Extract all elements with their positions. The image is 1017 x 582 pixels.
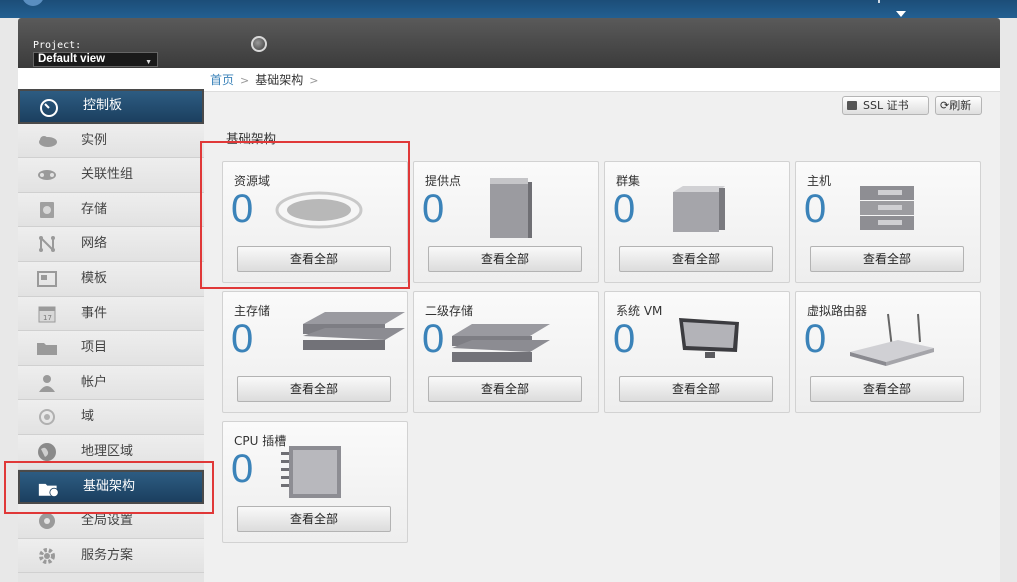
refresh-button[interactable]: ⟳刷新 bbox=[935, 96, 982, 115]
primary-storage-icon bbox=[301, 310, 407, 355]
notifications-globe-icon[interactable] bbox=[251, 36, 267, 52]
affinity-group-icon bbox=[36, 166, 58, 184]
sidebar-item-label: 帐户 bbox=[81, 374, 108, 390]
secondary-storage-icon bbox=[450, 322, 552, 367]
sidebar-item-label: 事件 bbox=[81, 305, 108, 321]
infrastructure-card: 群集 0 查看全部 bbox=[604, 161, 790, 283]
infrastructure-card: 虚拟路由器 0 查看全部 bbox=[795, 291, 981, 413]
view-all-button[interactable]: 查看全部 bbox=[237, 376, 391, 402]
card-count: 0 bbox=[804, 187, 827, 231]
storage-icon bbox=[36, 201, 58, 219]
sidebar-item-label: 关联性组 bbox=[81, 167, 134, 183]
sidebar-item-label: 控制板 bbox=[83, 98, 123, 113]
project-label: Project: bbox=[33, 40, 82, 51]
logo-icon bbox=[22, 0, 44, 6]
svg-text:17: 17 bbox=[43, 314, 52, 322]
highlight-box-zone-card bbox=[200, 141, 410, 289]
cloud-icon bbox=[36, 132, 58, 150]
infrastructure-card: CPU 插槽 0 查看全部 bbox=[222, 421, 408, 543]
card-count: 0 bbox=[613, 187, 636, 231]
card-count: 0 bbox=[804, 317, 827, 361]
router-icon bbox=[848, 312, 936, 371]
sidebar-item-label: 网络 bbox=[81, 236, 108, 252]
sidebar-item-13[interactable]: 服务方案 bbox=[18, 538, 204, 574]
infrastructure-card: 二级存储 0 查看全部 bbox=[413, 291, 599, 413]
view-all-button[interactable]: 查看全部 bbox=[428, 246, 582, 272]
gear-icon bbox=[36, 547, 58, 565]
sidebar-item-label: 项目 bbox=[81, 340, 108, 356]
view-all-button[interactable]: 查看全部 bbox=[428, 376, 582, 402]
view-all-button[interactable]: 查看全部 bbox=[810, 246, 964, 272]
sidebar-item-3[interactable]: 存储 bbox=[18, 192, 204, 228]
breadcrumb-home-link[interactable]: 首页 bbox=[210, 73, 234, 87]
sidebar-item-6[interactable]: 17 事件 bbox=[18, 296, 204, 332]
sidebar-item-label: 服务方案 bbox=[81, 547, 134, 563]
infrastructure-card: 提供点 0 查看全部 bbox=[413, 161, 599, 283]
global-settings-icon bbox=[36, 512, 58, 530]
sidebar-item-8[interactable]: 帐户 bbox=[18, 365, 204, 401]
breadcrumb: 首页 > 基础架构 > bbox=[204, 68, 1000, 92]
sidebar-item-label: 模板 bbox=[81, 270, 108, 286]
user-menu-text[interactable] bbox=[878, 0, 880, 3]
pod-icon bbox=[486, 176, 534, 243]
view-all-button[interactable]: 查看全部 bbox=[810, 376, 964, 402]
sidebar-item-1[interactable]: 实例 bbox=[18, 123, 204, 159]
user-menu-caret-icon[interactable] bbox=[896, 11, 906, 17]
breadcrumb-separator-icon: > bbox=[309, 74, 319, 87]
project-select-value: Default view bbox=[38, 53, 106, 65]
system-vm-icon bbox=[675, 314, 745, 365]
refresh-icon: ⟳ bbox=[940, 99, 950, 112]
breadcrumb-separator-icon: > bbox=[240, 74, 250, 87]
sidebar-item-5[interactable]: 模板 bbox=[18, 261, 204, 297]
dashboard-icon bbox=[38, 99, 60, 117]
calendar-icon: 17 bbox=[36, 305, 58, 323]
lock-icon bbox=[847, 101, 857, 110]
infrastructure-card: 主机 0 查看全部 bbox=[795, 161, 981, 283]
domain-icon bbox=[36, 408, 58, 426]
template-icon bbox=[36, 270, 58, 288]
breadcrumb-current: 基础架构 bbox=[255, 73, 304, 87]
cpu-socket-icon bbox=[279, 438, 343, 505]
sidebar-item-0[interactable]: 控制板 bbox=[18, 89, 204, 124]
card-count: 0 bbox=[613, 317, 636, 361]
host-icon bbox=[858, 184, 916, 235]
sidebar-item-label: 实例 bbox=[81, 132, 108, 148]
refresh-button-label: 刷新 bbox=[949, 99, 972, 112]
user-icon bbox=[36, 374, 58, 392]
sidebar-item-label: 存储 bbox=[81, 201, 108, 217]
network-icon bbox=[36, 235, 58, 253]
card-count: 0 bbox=[231, 317, 254, 361]
view-all-button[interactable]: 查看全部 bbox=[619, 376, 773, 402]
card-count: 0 bbox=[422, 317, 445, 361]
globe-icon bbox=[36, 442, 58, 461]
sidebar-item-9[interactable]: 域 bbox=[18, 400, 204, 435]
ssl-button-label: SSL 证书 bbox=[863, 99, 909, 112]
infrastructure-card: 系统 VM 0 查看全部 bbox=[604, 291, 790, 413]
project-select[interactable]: Default view ▼ bbox=[33, 52, 158, 67]
sidebar-item-2[interactable]: 关联性组 bbox=[18, 158, 204, 193]
cluster-icon bbox=[669, 184, 727, 237]
folder-icon bbox=[36, 339, 58, 357]
infrastructure-card: 主存储 0 查看全部 bbox=[222, 291, 408, 413]
sidebar-item-label: 域 bbox=[81, 409, 95, 425]
card-count: 0 bbox=[422, 187, 445, 231]
top-bar bbox=[0, 0, 1017, 18]
ssl-certificate-button[interactable]: SSL 证书 bbox=[842, 96, 929, 115]
view-all-button[interactable]: 查看全部 bbox=[237, 506, 391, 532]
highlight-box-infrastructure-nav bbox=[4, 461, 214, 514]
view-all-button[interactable]: 查看全部 bbox=[619, 246, 773, 272]
project-header: Project: Default view ▼ bbox=[18, 18, 1000, 68]
sidebar-item-4[interactable]: 网络 bbox=[18, 227, 204, 262]
sidebar-item-7[interactable]: 项目 bbox=[18, 331, 204, 366]
card-count: 0 bbox=[231, 447, 254, 491]
